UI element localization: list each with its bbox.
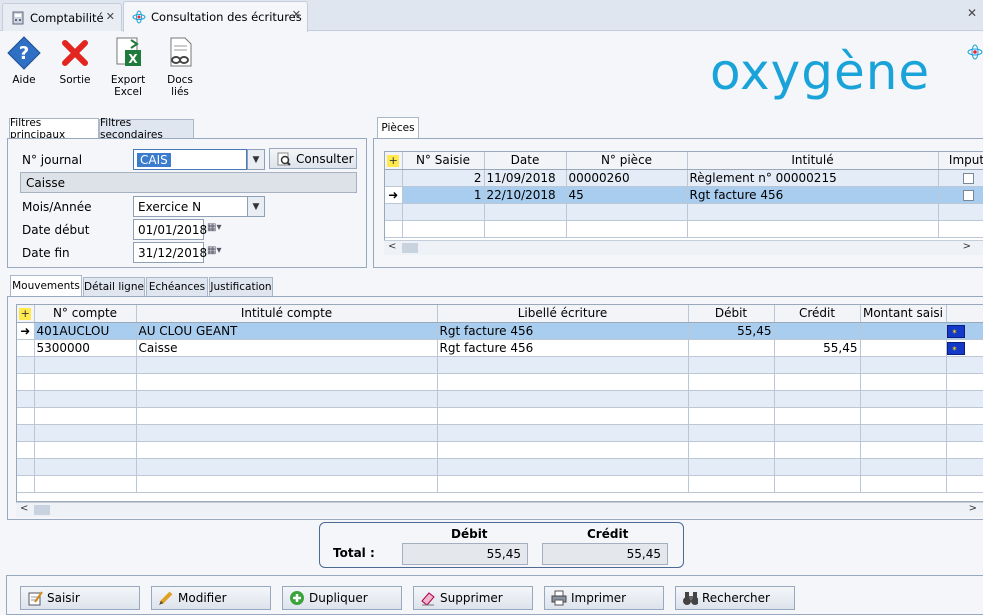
imprimer-button[interactable]: Imprimer (544, 586, 664, 610)
eu-flag-icon (946, 341, 965, 355)
end-date-input[interactable]: 31/12/2018 (133, 242, 207, 263)
svg-text:X: X (128, 52, 138, 66)
saisir-button[interactable]: Saisir (20, 586, 140, 610)
oxygene-logo: oxygène (710, 43, 931, 101)
close-icon[interactable]: ✕ (292, 8, 301, 21)
col-header[interactable]: Intitulé (687, 152, 939, 170)
start-date-label: Date début (22, 223, 90, 237)
col-header[interactable]: Intitulé compte (136, 305, 438, 323)
period-select[interactable]: Exercice N (133, 196, 248, 217)
table-row[interactable]: 5300000 Caisse Rgt facture 456 55,45 (17, 339, 983, 357)
col-header[interactable]: N° compte (34, 305, 137, 323)
pencil-icon (158, 590, 174, 606)
credit-total-value: 55,45 (542, 543, 668, 565)
pieces-grid[interactable]: + N° Saisie Date N° pièce Intitulé Imput… (384, 151, 983, 242)
help-icon: ? (7, 36, 41, 70)
table-row[interactable]: ➜ 1 22/10/2018 45 Rgt facture 456 (385, 186, 983, 204)
tab-label: Consultation des écritures (151, 10, 302, 24)
col-header[interactable]: Débit (688, 305, 775, 323)
tab-filtres-principaux[interactable]: Filtres principaux (9, 117, 99, 141)
printer-icon (551, 590, 567, 606)
table-row[interactable]: 2 11/09/2018 00000260 Règlement n° 00000… (385, 169, 983, 187)
tab-filtres-secondaires[interactable]: Filtres secondaires (99, 117, 194, 141)
credit-total-label: Crédit (587, 527, 629, 541)
journal-dropdown-button[interactable]: ▼ (247, 149, 265, 170)
total-label: Total : (333, 546, 375, 560)
eu-flag-icon (946, 324, 965, 338)
eraser-icon (420, 590, 436, 606)
edit-form-icon (27, 590, 43, 606)
linked-docs-icon (170, 37, 192, 67)
calendar-icon[interactable]: ▦▾ (207, 245, 221, 256)
journal-name-display: Caisse (20, 172, 357, 193)
scroll-left-icon: < (388, 241, 397, 252)
dupliquer-button[interactable]: Dupliquer (282, 586, 402, 610)
tab-justification[interactable]: Justification (209, 277, 273, 296)
journal-input[interactable]: CAIS (133, 149, 247, 170)
col-header[interactable]: N° Saisie (402, 152, 485, 170)
imput-checkbox[interactable] (962, 189, 974, 201)
journal-label: N° journal (22, 153, 83, 167)
exit-icon (62, 40, 88, 66)
scroll-left-icon: < (20, 503, 29, 514)
col-header[interactable]: Crédit (774, 305, 861, 323)
imput-checkbox[interactable] (962, 172, 974, 184)
period-label: Mois/Année (22, 200, 92, 214)
logo-atom-icon (967, 44, 983, 60)
plus-circle-icon (289, 590, 305, 606)
add-row-icon[interactable]: + (17, 305, 35, 323)
chevron-down-icon: ▼ (252, 154, 260, 165)
tab-comptabilite[interactable]: Comptabilité ✕ (2, 3, 122, 31)
consult-button[interactable]: Consulter (269, 148, 357, 169)
exit-button[interactable]: Sortie (53, 36, 97, 86)
chevron-down-icon: ▼ (252, 201, 260, 212)
scroll-right-icon: > (968, 503, 977, 514)
excel-export-icon: X (116, 37, 141, 66)
scroll-thumb (34, 505, 50, 515)
rechercher-button[interactable]: Rechercher (675, 586, 795, 610)
linked-docs-button[interactable]: Docs liés (158, 36, 202, 98)
magnifier-icon (276, 151, 292, 167)
col-header[interactable]: Montant saisi (860, 305, 947, 323)
pieces-horizontal-scrollbar[interactable]: < > (384, 240, 983, 255)
window-close-icon[interactable]: ✕ (967, 6, 977, 20)
calendar-icon[interactable]: ▦▾ (207, 222, 221, 233)
col-header[interactable]: Imput (938, 152, 983, 170)
col-header[interactable]: Libellé écriture (437, 305, 689, 323)
add-row-icon[interactable]: + (385, 152, 403, 170)
period-dropdown-button[interactable]: ▼ (247, 196, 265, 217)
col-header[interactable]: N° pièce (566, 152, 688, 170)
tab-detail-ligne[interactable]: Détail ligne (83, 277, 145, 296)
col-header[interactable]: Date (484, 152, 567, 170)
tab-mouvements[interactable]: Mouvements (10, 275, 82, 296)
scroll-right-icon: > (962, 241, 971, 252)
tab-echeances[interactable]: Echéances (146, 277, 208, 296)
svg-text:?: ? (19, 43, 29, 64)
end-date-label: Date fin (22, 246, 70, 260)
tab-consultation[interactable]: Consultation des écritures ✕ (123, 1, 308, 32)
scroll-thumb (402, 243, 418, 253)
close-icon[interactable]: ✕ (106, 10, 115, 23)
start-date-input[interactable]: 01/01/2018 (133, 219, 207, 240)
mouvements-grid[interactable]: + N° compte Intitulé compte Libellé écri… (16, 304, 983, 502)
row-pointer-icon: ➜ (17, 322, 35, 340)
mouvements-horizontal-scrollbar[interactable]: < > (16, 502, 983, 517)
tab-pieces[interactable]: Pièces (377, 117, 419, 138)
export-excel-button[interactable]: X Export Excel (106, 36, 150, 98)
debit-total-value: 55,45 (402, 543, 528, 565)
tab-label: Comptabilité (30, 10, 104, 25)
modifier-button[interactable]: Modifier (151, 586, 271, 610)
binoculars-icon (682, 590, 698, 606)
row-pointer-icon: ➜ (385, 186, 403, 204)
atom-icon (132, 10, 146, 24)
debit-total-label: Débit (451, 527, 488, 541)
calculator-icon (11, 11, 25, 25)
supprimer-button[interactable]: Supprimer (413, 586, 533, 610)
table-row[interactable]: ➜ 401AUCLOU AU CLOU GEANT Rgt facture 45… (17, 322, 983, 340)
help-button[interactable]: ? Aide (2, 36, 46, 86)
